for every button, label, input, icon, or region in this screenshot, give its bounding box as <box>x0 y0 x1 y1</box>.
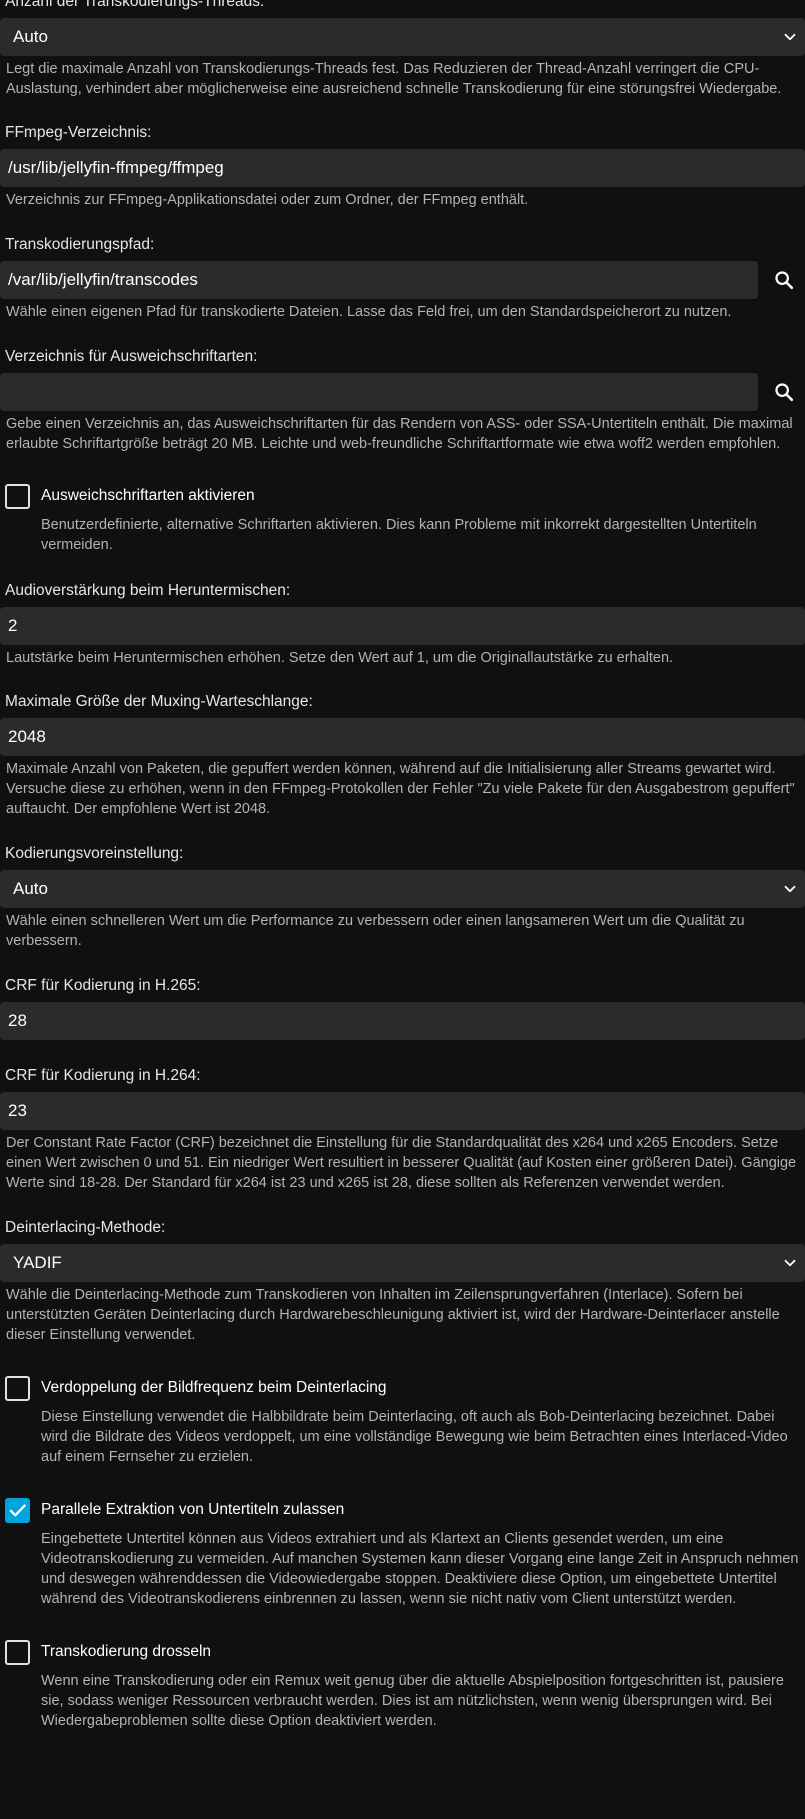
fallback-fonts-path-description: Gebe einen Verzeichnis an, das Ausweichs… <box>6 416 793 452</box>
ffmpeg-path-description: Verzeichnis zur FFmpeg-Applikationsdatei… <box>6 192 529 208</box>
downmix-boost-description: Lautstärke beim Heruntermischen erhöhen.… <box>6 650 674 666</box>
search-icon <box>775 383 794 402</box>
deinterlace-method-select-value: YADIF <box>13 1253 62 1272</box>
checkmark-icon <box>9 1503 26 1517</box>
double-rate-row[interactable]: Verdoppelung der Bildfrequenz beim Deint… <box>0 1374 805 1402</box>
muxing-queue-input[interactable]: 2048 <box>0 718 805 756</box>
double-rate-checkbox[interactable] <box>5 1375 30 1401</box>
subtitle-extraction-checkbox[interactable] <box>5 1497 30 1523</box>
crf-h264-field: CRF für Kodierung in H.264: 23 Der Const… <box>0 1066 805 1193</box>
fallback-fonts-path-field: Verzeichnis für Ausweichschriftarten: Ge… <box>0 347 805 454</box>
deinterlace-method-field: Deinterlacing-Methode: YADIF Wähle die D… <box>0 1218 805 1345</box>
fallback-fonts-enable-checkbox[interactable] <box>5 483 30 509</box>
throttle-label: Transkodierung drosseln <box>41 1643 212 1660</box>
subtitle-extraction-row[interactable]: Parallele Extraktion von Untertiteln zul… <box>0 1496 805 1524</box>
fallback-fonts-enable-label: Ausweichschriftarten aktivieren <box>41 487 255 504</box>
deinterlace-method-description: Wähle die Deinterlacing-Methode zum Tran… <box>6 1287 780 1343</box>
throttle-row[interactable]: Transkodierung drosseln <box>0 1638 805 1666</box>
threads-description: Legt die maximale Anzahl von Transkodier… <box>6 61 782 97</box>
crf-h264-description: Der Constant Rate Factor (CRF) bezeichne… <box>6 1135 797 1191</box>
deinterlace-method-label: Deinterlacing-Methode: <box>5 1219 166 1236</box>
throttle-field: Transkodierung drosseln Wenn eine Transk… <box>0 1638 805 1731</box>
fallback-fonts-enable-field: Ausweichschriftarten aktivieren Benutzer… <box>0 482 805 555</box>
chevron-down-icon <box>784 33 796 41</box>
encoding-preset-select-value: Auto <box>13 879 48 898</box>
crf-h265-field: CRF für Kodierung in H.265: 28 <box>0 976 805 1040</box>
fallback-fonts-path-label: Verzeichnis für Ausweichschriftarten: <box>5 348 258 365</box>
downmix-boost-input[interactable]: 2 <box>0 607 805 645</box>
transcode-path-browse-button[interactable] <box>763 261 805 299</box>
double-rate-description: Diese Einstellung verwendet die Halbbild… <box>41 1409 788 1465</box>
fallback-fonts-browse-button[interactable] <box>763 373 805 411</box>
transcode-path-row: /var/lib/jellyfin/transcodes <box>0 255 805 299</box>
transcode-path-description: Wähle einen eigenen Pfad für transkodier… <box>6 304 732 320</box>
crf-h265-label: CRF für Kodierung in H.265: <box>5 977 201 994</box>
crf-h265-input[interactable]: 28 <box>0 1002 805 1040</box>
transcoding-settings-page: Anzahl der Transkodierungs-Threads: Auto… <box>0 0 805 1731</box>
ffmpeg-path-label: FFmpeg-Verzeichnis: <box>5 124 152 141</box>
subtitle-extraction-description: Eingebettete Untertitel können aus Video… <box>41 1531 799 1607</box>
muxing-queue-label: Maximale Größe der Muxing-Warteschlange: <box>5 693 313 710</box>
throttle-description: Wenn eine Transkodierung oder ein Remux … <box>41 1673 784 1729</box>
transcode-path-label: Transkodierungspfad: <box>5 236 155 253</box>
deinterlace-method-select[interactable]: YADIF <box>0 1244 805 1282</box>
ffmpeg-path-field: FFmpeg-Verzeichnis: /usr/lib/jellyfin-ff… <box>0 123 805 210</box>
encoding-preset-label: Kodierungsvoreinstellung: <box>5 845 184 862</box>
encoding-preset-field: Kodierungsvoreinstellung: Auto Wähle ein… <box>0 844 805 951</box>
double-rate-label: Verdoppelung der Bildfrequenz beim Deint… <box>41 1379 387 1396</box>
transcode-path-input[interactable]: /var/lib/jellyfin/transcodes <box>0 261 758 299</box>
double-rate-field: Verdoppelung der Bildfrequenz beim Deint… <box>0 1374 805 1467</box>
threads-select[interactable]: Auto <box>0 18 805 56</box>
crf-h264-label: CRF für Kodierung in H.264: <box>5 1067 201 1084</box>
subtitle-extraction-field: Parallele Extraktion von Untertiteln zul… <box>0 1496 805 1609</box>
threads-field: Anzahl der Transkodierungs-Threads: Auto… <box>0 0 805 99</box>
downmix-boost-label: Audioverstärkung beim Heruntermischen: <box>5 582 291 599</box>
threads-select-value: Auto <box>13 27 48 46</box>
encoding-preset-description: Wähle einen schnelleren Wert um die Perf… <box>6 913 745 949</box>
ffmpeg-path-input[interactable]: /usr/lib/jellyfin-ffmpeg/ffmpeg <box>0 149 805 187</box>
chevron-down-icon <box>784 1259 796 1267</box>
chevron-down-icon <box>784 885 796 893</box>
search-icon <box>775 271 794 290</box>
threads-label: Anzahl der Transkodierungs-Threads: <box>5 0 265 10</box>
encoding-preset-select[interactable]: Auto <box>0 870 805 908</box>
subtitle-extraction-label: Parallele Extraktion von Untertiteln zul… <box>41 1501 345 1518</box>
fallback-fonts-path-input[interactable] <box>0 373 758 411</box>
fallback-fonts-path-row <box>0 367 805 411</box>
transcode-path-field: Transkodierungspfad: /var/lib/jellyfin/t… <box>0 235 805 322</box>
downmix-boost-field: Audioverstärkung beim Heruntermischen: 2… <box>0 581 805 668</box>
fallback-fonts-enable-row[interactable]: Ausweichschriftarten aktivieren <box>0 482 805 510</box>
throttle-checkbox[interactable] <box>5 1639 30 1665</box>
muxing-queue-description: Maximale Anzahl von Paketen, die gepuffe… <box>6 761 795 817</box>
muxing-queue-field: Maximale Größe der Muxing-Warteschlange:… <box>0 692 805 819</box>
fallback-fonts-enable-description: Benutzerdefinierte, alternative Schrifta… <box>41 517 757 553</box>
crf-h264-input[interactable]: 23 <box>0 1092 805 1130</box>
